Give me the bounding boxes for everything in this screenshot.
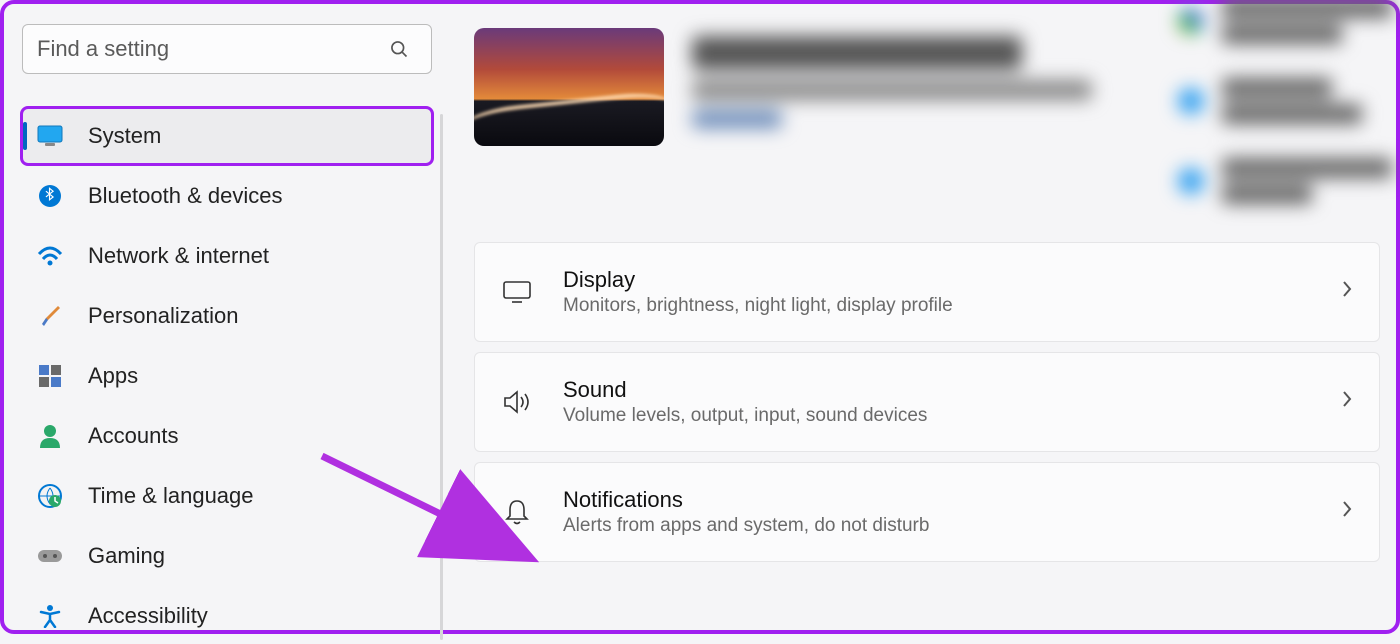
sidebar-item-label: System bbox=[88, 123, 161, 149]
sidebar-item-system[interactable]: System bbox=[22, 108, 432, 164]
person-icon bbox=[36, 422, 64, 450]
bluetooth-icon bbox=[36, 182, 64, 210]
sidebar-item-gaming[interactable]: Gaming bbox=[22, 528, 432, 584]
sidebar-item-label: Time & language bbox=[88, 483, 254, 509]
chevron-right-icon bbox=[1341, 499, 1353, 525]
settings-card-sound[interactable]: Sound Volume levels, output, input, soun… bbox=[474, 352, 1380, 452]
card-subtitle: Volume levels, output, input, sound devi… bbox=[563, 405, 1311, 427]
search-placeholder: Find a setting bbox=[37, 36, 377, 62]
clock-globe-icon bbox=[36, 482, 64, 510]
sidebar-item-accounts[interactable]: Accounts bbox=[22, 408, 432, 464]
sidebar-item-apps[interactable]: Apps bbox=[22, 348, 432, 404]
sidebar-item-bluetooth[interactable]: Bluetooth & devices bbox=[22, 168, 432, 224]
apps-icon bbox=[36, 362, 64, 390]
settings-card-notifications[interactable]: Notifications Alerts from apps and syste… bbox=[474, 462, 1380, 562]
sidebar-item-label: Bluetooth & devices bbox=[88, 183, 282, 209]
monitor-icon bbox=[501, 280, 533, 304]
sidebar-item-network[interactable]: Network & internet bbox=[22, 228, 432, 284]
card-title: Sound bbox=[563, 377, 1311, 403]
search-icon bbox=[385, 35, 413, 63]
search-input[interactable]: Find a setting bbox=[22, 24, 432, 74]
card-subtitle: Monitors, brightness, night light, displ… bbox=[563, 295, 1311, 317]
speaker-icon bbox=[501, 389, 533, 415]
system-icon bbox=[36, 122, 64, 150]
sidebar-item-label: Network & internet bbox=[88, 243, 269, 269]
sidebar-item-time-language[interactable]: Time & language bbox=[22, 468, 432, 524]
sidebar-item-personalization[interactable]: Personalization bbox=[22, 288, 432, 344]
sidebar-item-label: Accessibility bbox=[88, 603, 208, 629]
main-content: Display Monitors, brightness, night ligh… bbox=[438, 4, 1396, 630]
quick-links-blurred bbox=[1178, 0, 1392, 238]
sidebar-item-label: Personalization bbox=[88, 303, 238, 329]
accessibility-icon bbox=[36, 602, 64, 630]
card-title: Display bbox=[563, 267, 1311, 293]
sidebar-item-accessibility[interactable]: Accessibility bbox=[22, 588, 432, 644]
device-thumbnail bbox=[474, 28, 664, 146]
sidebar: Find a setting System Bluetooth & device… bbox=[4, 4, 438, 630]
sidebar-item-label: Gaming bbox=[88, 543, 165, 569]
chevron-right-icon bbox=[1341, 389, 1353, 415]
sidebar-item-label: Apps bbox=[88, 363, 138, 389]
wifi-icon bbox=[36, 242, 64, 270]
settings-card-display[interactable]: Display Monitors, brightness, night ligh… bbox=[474, 242, 1380, 342]
chevron-right-icon bbox=[1341, 279, 1353, 305]
card-subtitle: Alerts from apps and system, do not dist… bbox=[563, 515, 1311, 537]
paintbrush-icon bbox=[36, 302, 64, 330]
card-title: Notifications bbox=[563, 487, 1311, 513]
gamepad-icon bbox=[36, 542, 64, 570]
bell-icon bbox=[501, 498, 533, 526]
sidebar-item-label: Accounts bbox=[88, 423, 179, 449]
